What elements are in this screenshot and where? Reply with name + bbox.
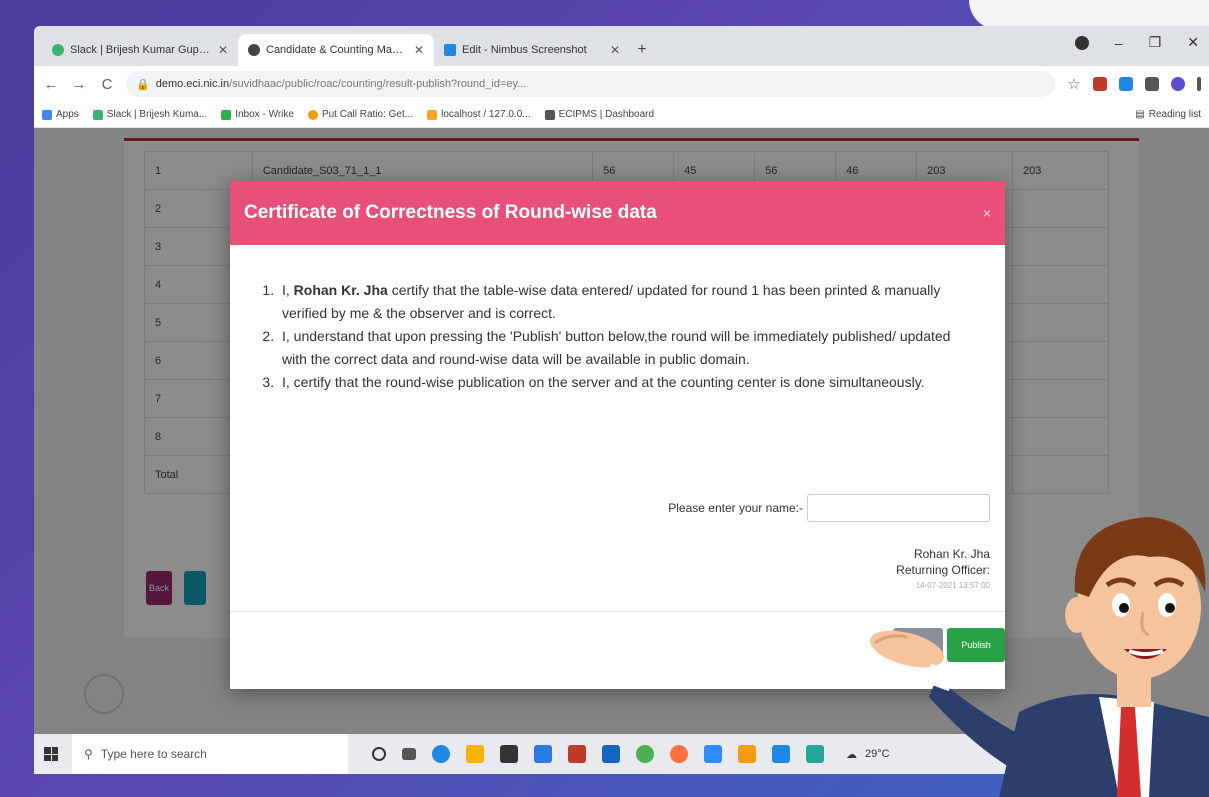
search-placeholder: Type here to search (100, 747, 207, 761)
taskbar-search[interactable]: ⚲ Type here to search (72, 734, 348, 774)
reload-icon[interactable]: C (98, 76, 116, 93)
task-view-icon[interactable] (402, 748, 416, 760)
cortana-icon[interactable] (372, 747, 386, 761)
taskbar-apps (372, 745, 824, 763)
store-icon[interactable] (500, 745, 518, 763)
restore-icon[interactable]: ❐ (1149, 34, 1162, 51)
bookmark-localhost[interactable]: localhost / 127.0.0... (427, 109, 531, 120)
bookmark-slack[interactable]: Slack | Brijesh Kuma... (92, 109, 207, 120)
file-explorer-icon[interactable] (466, 745, 484, 763)
new-tab-button[interactable]: + (630, 34, 654, 66)
name-label: Please enter your name:- (668, 501, 803, 515)
officer-name: Rohan Kr. Jha (293, 282, 388, 298)
nimbus-icon (444, 44, 456, 56)
check-icon (221, 109, 232, 120)
tab-title: Candidate & Counting Manager (266, 44, 408, 56)
minimize-icon[interactable]: – (1115, 35, 1123, 51)
bookmark-pcr[interactable]: Put Call Ratio: Get... (307, 109, 413, 120)
bookmarks-bar: Apps Slack | Brijesh Kuma... Inbox - Wri… (34, 102, 1209, 128)
tab-strip: Slack | Brijesh Kumar Gupta | CI ✕ Candi… (34, 26, 1209, 66)
search-icon: ⚲ (84, 747, 93, 761)
extensions (1093, 77, 1201, 91)
tab-title: Slack | Brijesh Kumar Gupta | CI (70, 44, 212, 56)
presenter-illustration (870, 517, 1209, 797)
tab-nimbus[interactable]: Edit - Nimbus Screenshot ✕ (434, 34, 630, 66)
mcafee-icon[interactable] (568, 745, 586, 763)
edge-icon[interactable] (432, 745, 450, 763)
grid-icon (544, 109, 555, 120)
extension-icon[interactable] (1119, 77, 1133, 91)
modal-header: Certificate of Correctness of Round-wise… (230, 181, 1005, 245)
window-controls: – ❐ ✕ (1074, 34, 1199, 51)
slack-icon (52, 44, 64, 56)
app-icon[interactable] (738, 745, 756, 763)
extension-icon[interactable] (1093, 77, 1107, 91)
reading-list-button[interactable]: ▤ Reading list (1135, 109, 1201, 120)
back-arrow-icon[interactable]: ← (42, 76, 60, 93)
bookmark-apps[interactable]: Apps (42, 109, 79, 120)
certification-item-3: I, certify that the round-wise publicati… (278, 371, 975, 394)
menu-icon[interactable] (1197, 77, 1201, 91)
app-icon[interactable] (806, 745, 824, 763)
bookmark-ecipms[interactable]: ECIPMS | Dashboard (544, 109, 654, 120)
close-icon[interactable]: × (983, 205, 991, 221)
profile-icon[interactable] (1074, 35, 1089, 50)
avatar[interactable] (1171, 77, 1185, 91)
circle-icon (307, 109, 318, 120)
firefox-icon[interactable] (670, 745, 688, 763)
chrome-icon[interactable] (636, 745, 654, 763)
reading-list-icon: ▤ (1135, 109, 1145, 120)
windows-start-icon[interactable] (44, 747, 58, 761)
puzzle-icon[interactable] (1145, 77, 1159, 91)
certification-item-2: I, understand that upon pressing the 'Pu… (278, 325, 975, 371)
modal-title: Certificate of Correctness of Round-wise… (244, 202, 657, 223)
modal-body: I, Rohan Kr. Jha certify that the table-… (230, 245, 1005, 394)
apps-icon (42, 109, 52, 120)
bookmark-wrike[interactable]: Inbox - Wrike (221, 109, 294, 120)
close-tab-icon[interactable]: ✕ (218, 43, 228, 57)
close-tab-icon[interactable]: ✕ (414, 43, 424, 57)
certification-item-1: I, Rohan Kr. Jha certify that the table-… (278, 279, 975, 325)
url-text: demo.eci.nic.in/suvidhaac/public/roac/co… (155, 78, 527, 90)
navigation-bar: ← → C 🔒 demo.eci.nic.in/suvidhaac/public… (34, 66, 1209, 102)
star-icon[interactable]: ☆ (1065, 75, 1083, 93)
tab-title: Edit - Nimbus Screenshot (462, 44, 587, 56)
forward-arrow-icon[interactable]: → (70, 76, 88, 93)
close-window-icon[interactable]: ✕ (1187, 34, 1199, 51)
address-bar[interactable]: 🔒 demo.eci.nic.in/suvidhaac/public/roac/… (126, 71, 1055, 97)
app-icon[interactable] (602, 745, 620, 763)
app-icon[interactable] (772, 745, 790, 763)
tab-counting-manager[interactable]: Candidate & Counting Manager ✕ (238, 34, 434, 66)
close-tab-icon[interactable]: ✕ (610, 43, 620, 57)
globe-icon (248, 44, 260, 56)
app-icon[interactable] (534, 745, 552, 763)
tab-slack[interactable]: Slack | Brijesh Kumar Gupta | CI ✕ (42, 34, 238, 66)
slack-icon (92, 109, 103, 120)
lock-icon: 🔒 (136, 78, 150, 91)
sail-icon (427, 109, 438, 120)
zoom-icon[interactable] (704, 745, 722, 763)
